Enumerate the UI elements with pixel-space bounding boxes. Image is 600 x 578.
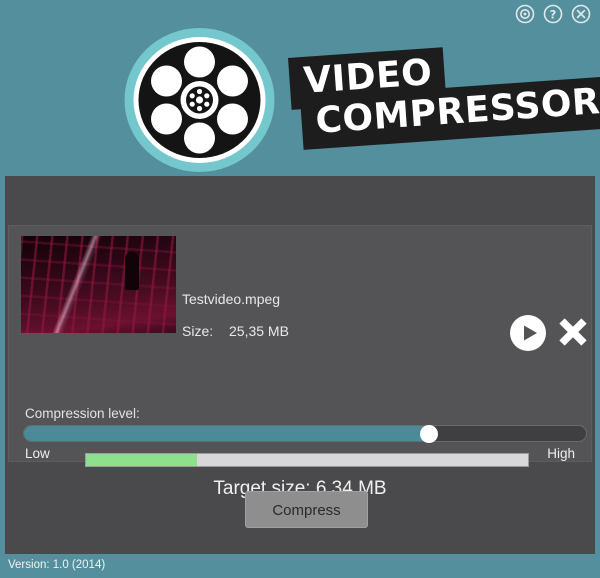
window-controls: ? (514, 3, 592, 25)
version-label: Version: 1.0 (2014) (8, 559, 106, 571)
close-icon[interactable] (570, 3, 592, 25)
slider-knob[interactable] (419, 424, 438, 443)
play-icon[interactable] (509, 314, 547, 352)
file-name-label: Testvideo.mpeg (182, 291, 281, 307)
content-panel: Testvideo.mpeg Size: 25,35 MB Compressio… (8, 225, 592, 499)
status-bar: Version: 1.0 (2014) (0, 554, 600, 578)
progress-bar (85, 453, 529, 467)
app-header: ? VIDEO COMPRESSOR (0, 0, 600, 176)
thumbnail-figure (125, 252, 139, 290)
slider-min-label: Low (25, 446, 50, 461)
compress-button[interactable]: Compress (245, 491, 368, 528)
settings-icon[interactable] (514, 3, 536, 25)
help-icon[interactable]: ? (542, 3, 564, 25)
film-reel-icon (122, 26, 277, 174)
compression-level-label: Compression level: (25, 406, 140, 421)
video-compressor-window: ? VIDEO COMPRESSOR Testvideo.mpeg Size: … (0, 0, 600, 578)
slider-fill (24, 426, 429, 441)
file-size-label: Size: (182, 323, 214, 339)
svg-text:?: ? (550, 8, 557, 22)
video-thumbnail[interactable] (21, 236, 176, 333)
slider-max-label: High (547, 446, 575, 461)
compression-slider[interactable] (23, 424, 587, 443)
file-size-value: 25,35 MB (229, 323, 289, 339)
close-x-icon[interactable] (555, 314, 591, 350)
main-body: Testvideo.mpeg Size: 25,35 MB Compressio… (0, 176, 600, 554)
progress-bar-fill (86, 454, 197, 466)
